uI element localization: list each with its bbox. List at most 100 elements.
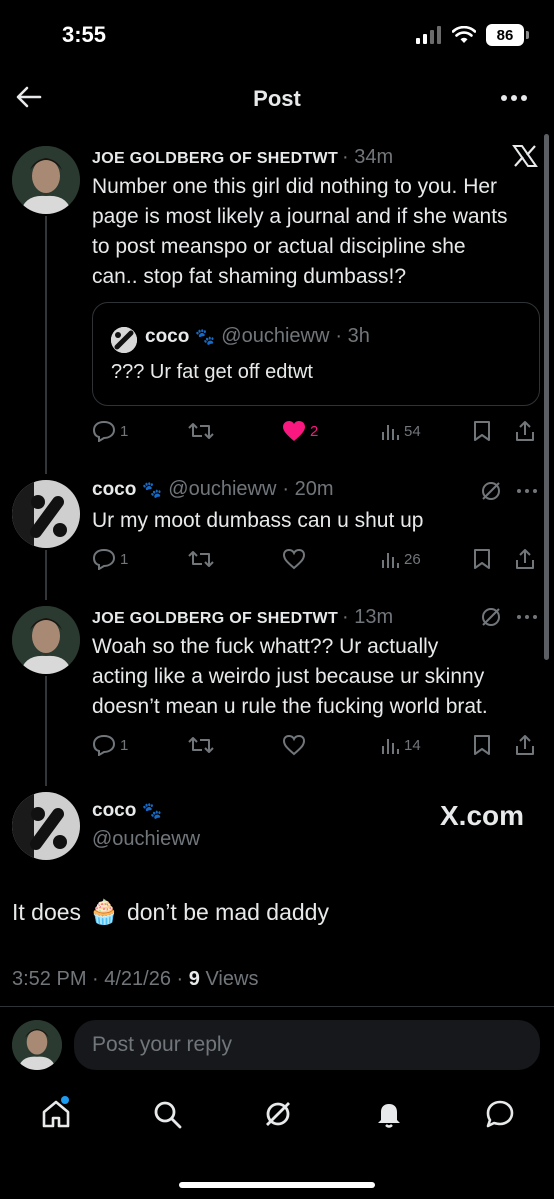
reply-placeholder: Post your reply: [92, 1033, 233, 1056]
tweet-text: Number one this girl did nothing to you.…: [92, 172, 542, 292]
post-text-part: It does: [12, 899, 82, 925]
avatar[interactable]: [12, 792, 80, 860]
like-button[interactable]: [282, 734, 306, 756]
views-icon: [382, 425, 399, 440]
avatar[interactable]: [12, 606, 80, 674]
tweet-time: · 13m: [342, 606, 394, 628]
tweet-author[interactable]: JOE GOLDBERG OF SHEDTWT: [92, 150, 338, 168]
repost-icon: [188, 737, 214, 753]
tweet-author[interactable]: coco: [92, 479, 136, 501]
tweet-text-line: Ur my moot dumbass can u shut up: [92, 509, 424, 532]
watermark: X.com: [440, 800, 525, 831]
tweet-text-line: page is most likely a journal and if she…: [92, 205, 508, 228]
avatar[interactable]: [12, 480, 80, 548]
reply-button[interactable]: 1: [92, 420, 128, 442]
signal-icon: [416, 26, 441, 44]
reply-button[interactable]: 1: [92, 734, 128, 756]
like-button[interactable]: 2: [282, 420, 318, 442]
tweet-time: · 34m: [342, 146, 394, 168]
scrollbar[interactable]: [544, 134, 549, 660]
search-icon[interactable]: [151, 1098, 183, 1130]
tweet-actions: 1 26: [92, 546, 542, 572]
like-button[interactable]: [282, 548, 306, 570]
thread-line: [45, 676, 47, 786]
tweet-actions: 1 2 54: [92, 418, 542, 444]
tab-home[interactable]: [40, 1096, 72, 1132]
quote-tweet[interactable]: coco 🐾 @ouchieww · 3h ??? Ur fat get off…: [92, 302, 540, 406]
share-icon[interactable]: [514, 734, 536, 756]
grok-icon[interactable]: [480, 480, 502, 502]
bookmark-icon[interactable]: [472, 734, 492, 756]
bell-icon[interactable]: [373, 1098, 405, 1130]
quote-handle: @ouchieww: [221, 325, 330, 347]
thread-line: [45, 550, 47, 600]
status-time: 3:55: [62, 22, 107, 47]
post-text: It does 🧁 don’t be mad daddy: [12, 898, 329, 927]
reply-count: 1: [120, 736, 129, 754]
reply-icon: [92, 548, 116, 570]
grok-icon[interactable]: [480, 606, 502, 628]
avatar-man-icon: [12, 1020, 62, 1070]
tweet-text: Woah so the fuck whatt?? Ur actually act…: [92, 632, 542, 722]
more-options-icon[interactable]: [516, 614, 538, 620]
tweet-time: · 20m: [282, 478, 334, 500]
repost-button[interactable]: [188, 735, 214, 755]
views-button[interactable]: 54: [380, 421, 421, 441]
views-button[interactable]: 14: [380, 735, 421, 755]
avatar-man-icon: [12, 146, 80, 214]
tweet-author[interactable]: JOE GOLDBERG OF SHEDTWT: [92, 610, 338, 628]
tweet-text-line: doesn’t mean u rule the fucking world br…: [92, 695, 488, 718]
reply-input[interactable]: Post your reply: [74, 1020, 540, 1070]
views-count: 14: [404, 736, 421, 754]
avatar-man-icon: [12, 606, 80, 674]
views-count: 54: [404, 422, 421, 440]
messages-icon[interactable]: [484, 1098, 516, 1130]
paw-icon: 🐾: [142, 481, 163, 499]
like-count: 2: [310, 422, 319, 440]
post-author[interactable]: coco: [92, 800, 136, 822]
post-meta: 3:52 PM · 4/21/26 · 9 Views: [12, 968, 258, 991]
grok-icon[interactable]: [262, 1098, 294, 1130]
quote-avatar: [111, 327, 137, 353]
reply-icon: [92, 420, 116, 442]
heart-icon: [282, 548, 306, 570]
post-timestamp: 3:52 PM · 4/21/26 ·: [12, 968, 189, 990]
post-handle: @ouchieww: [92, 828, 201, 850]
my-avatar[interactable]: [12, 1020, 62, 1070]
wifi-icon: [452, 26, 476, 43]
post-views-label: Views: [205, 968, 259, 990]
repost-button[interactable]: [188, 421, 214, 441]
reply-count: 1: [120, 422, 129, 440]
heart-icon: [282, 734, 306, 756]
views-button[interactable]: 26: [380, 549, 421, 569]
home-indicator[interactable]: [179, 1182, 375, 1188]
tweet-text-line: can.. stop fat shaming dumbass!?: [92, 265, 407, 288]
bookmark-icon[interactable]: [472, 548, 492, 570]
avatar-bone-icon: [111, 327, 137, 353]
avatar[interactable]: [12, 146, 80, 214]
reply-count: 1: [120, 550, 129, 568]
more-options-icon[interactable]: [516, 488, 538, 494]
share-icon[interactable]: [514, 420, 536, 442]
bookmark-icon[interactable]: [472, 420, 492, 442]
battery-indicator: 86: [486, 24, 529, 46]
tweet-text-line: Number one this girl did nothing to you.…: [92, 175, 498, 198]
reply-icon: [92, 734, 116, 756]
quote-author: coco: [145, 325, 190, 347]
repost-button[interactable]: [188, 549, 214, 569]
views-icon: [382, 553, 399, 568]
tweet-text-line: acting like a weirdo just because ur ski…: [92, 665, 485, 688]
thread-line: [45, 216, 47, 474]
avatar-bone-icon: [12, 792, 80, 860]
tweet-text: Ur my moot dumbass can u shut up: [92, 506, 542, 536]
reply-button[interactable]: 1: [92, 548, 128, 570]
tweet-text-line: Woah so the fuck whatt?? Ur actually: [92, 635, 439, 658]
quote-text: ??? Ur fat get off edtwt: [111, 361, 313, 383]
avatar-bone-icon: [12, 480, 80, 548]
notification-dot: [61, 1096, 69, 1104]
paw-icon: 🐾: [195, 328, 216, 346]
tab-bar: [40, 1096, 516, 1132]
more-options-icon[interactable]: [500, 94, 528, 102]
share-icon[interactable]: [514, 548, 536, 570]
repost-icon: [188, 423, 214, 439]
